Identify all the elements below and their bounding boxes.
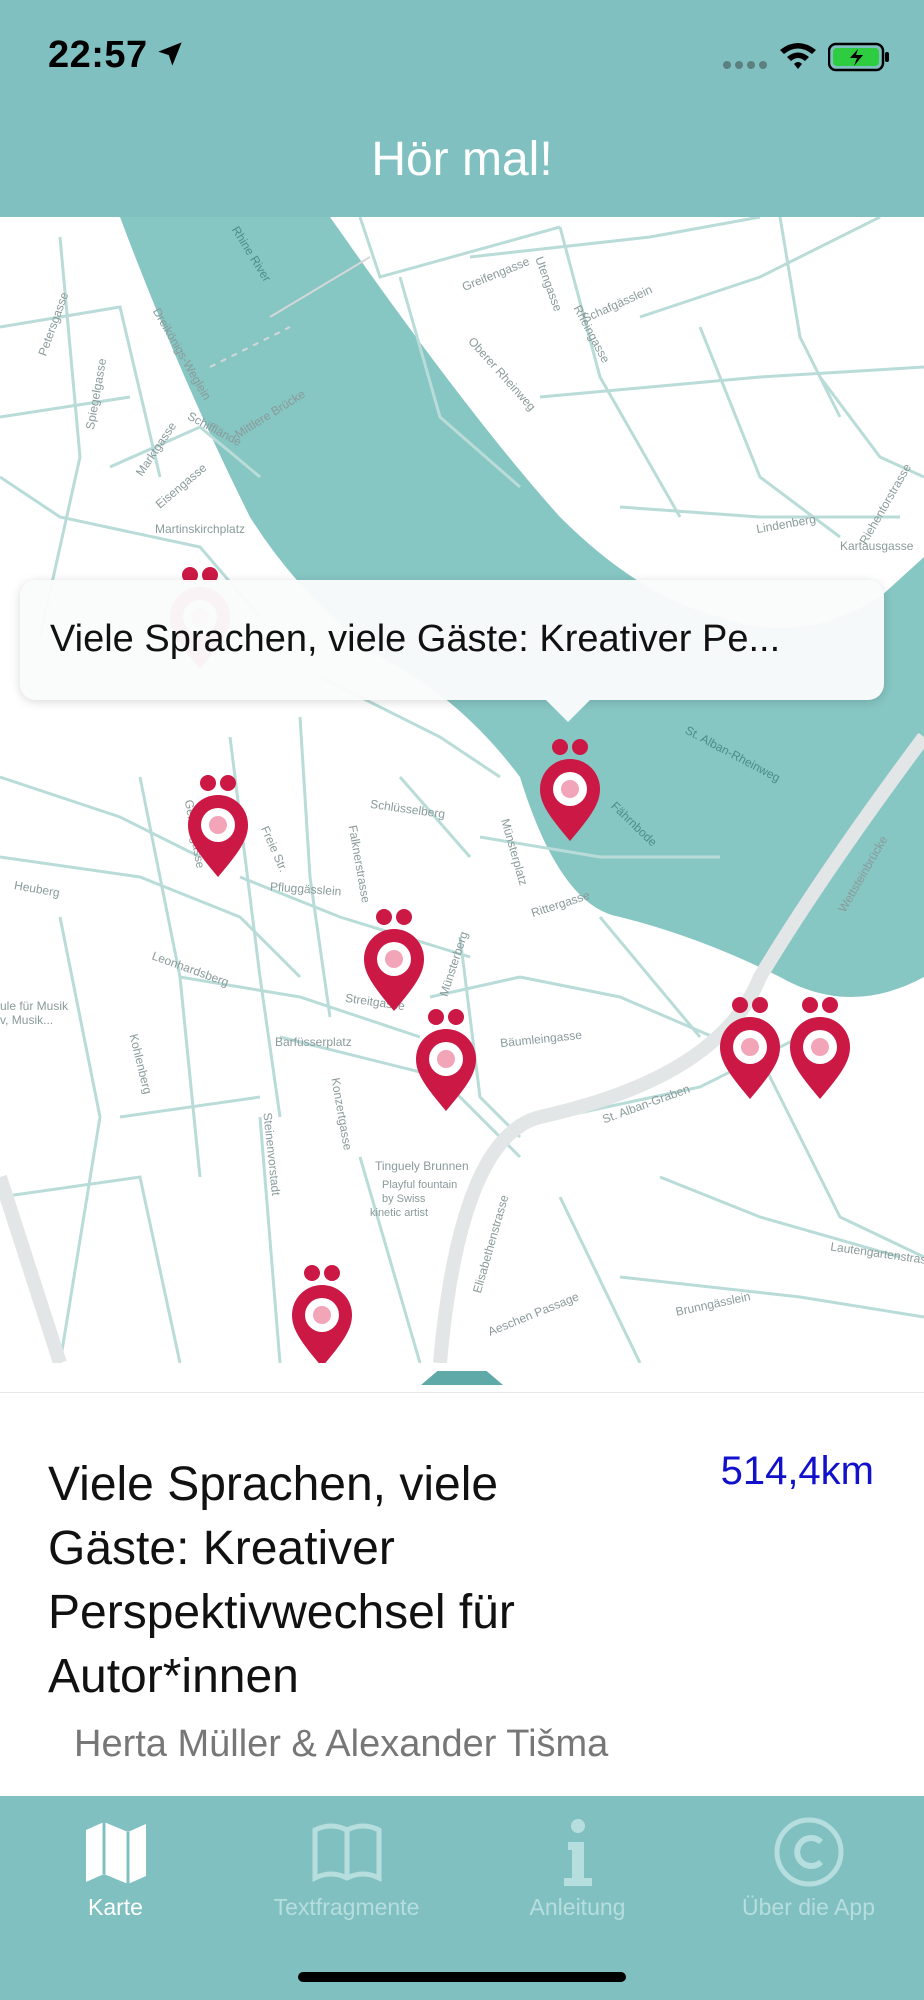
detail-author: Herta Müller & Alexander Tišma	[74, 1723, 609, 1765]
tab-label: Anleitung	[529, 1894, 626, 1920]
map-label: Kartausgasse	[840, 539, 914, 553]
detail-title: Viele Sprachen, viele Gäste: Kreativer P…	[48, 1458, 515, 1703]
map-pin-icon[interactable]	[414, 1007, 478, 1111]
sheet-handle[interactable]	[421, 1371, 503, 1385]
tab-bar: Karte Textfragmente Anleitung Über die A…	[0, 1796, 924, 2000]
map-pin-icon[interactable]	[718, 995, 782, 1099]
map-pin-icon[interactable]	[290, 1263, 354, 1363]
tab-label: Karte	[88, 1894, 143, 1920]
tab-textfragmente[interactable]: Textfragmente	[231, 1806, 462, 1926]
map-pin-icon[interactable]	[788, 995, 852, 1099]
cellular-signal-icon	[723, 61, 767, 69]
map-label: Playful fountain	[382, 1179, 458, 1191]
map-base	[0, 217, 924, 1363]
copyright-icon	[774, 1817, 844, 1887]
navigation-header: 22:57 Hör mal!	[0, 0, 924, 217]
detail-distance: 514,4km	[720, 1449, 874, 1493]
map-pin-icon[interactable]	[538, 737, 602, 841]
map-label: v, Musik...	[0, 1013, 54, 1027]
callout-pointer	[546, 700, 590, 722]
tab-ueber-die-app[interactable]: Über die App	[693, 1806, 924, 1926]
info-icon	[564, 1819, 592, 1886]
tab-anleitung[interactable]: Anleitung	[462, 1806, 693, 1926]
map-icon	[86, 1822, 146, 1884]
status-time: 22:57	[48, 34, 148, 76]
home-indicator[interactable]	[298, 1972, 626, 1982]
map-label: Barfüsserplatz	[275, 1035, 352, 1049]
map-pin-icon[interactable]	[362, 907, 426, 1011]
page-title: Hör mal!	[371, 133, 553, 186]
map-label: Martinskirchplatz	[155, 522, 246, 536]
map-label: by Swiss	[382, 1193, 426, 1205]
map-view[interactable]: Rhine River Mittlere Brücke Schifflände …	[0, 217, 924, 1363]
detail-card[interactable]: Viele Sprachen, viele Gäste: Kreativer P…	[0, 1392, 924, 1796]
map-label: ule für Musik	[0, 999, 69, 1013]
battery-icon	[828, 42, 889, 72]
tab-label: Über die App	[742, 1894, 875, 1920]
map-pin-icon[interactable]	[186, 773, 250, 877]
wifi-icon	[780, 43, 816, 69]
book-icon	[312, 1823, 382, 1883]
tab-label: Textfragmente	[273, 1894, 420, 1920]
annotation-callout[interactable]: Viele Sprachen, viele Gäste: Kreativer P…	[20, 580, 884, 700]
callout-title: Viele Sprachen, viele Gäste: Kreativer P…	[50, 618, 781, 660]
location-arrow-icon	[158, 42, 182, 66]
map-label: Tinguely Brunnen	[375, 1159, 469, 1173]
tab-karte[interactable]: Karte	[0, 1806, 231, 1926]
map-label: kinetic artist	[370, 1207, 429, 1219]
